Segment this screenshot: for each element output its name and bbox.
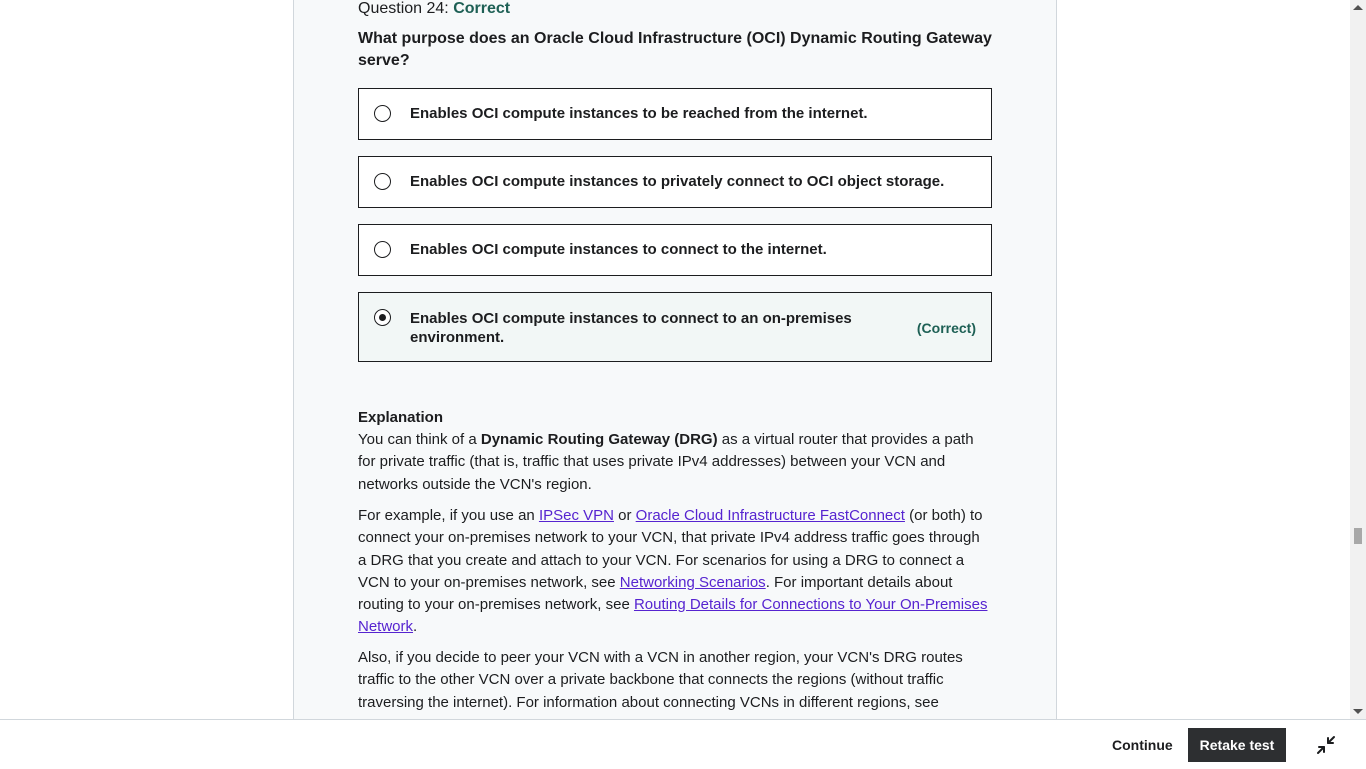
explanation-paragraph-2: For example, if you use an IPSec VPN or …	[358, 505, 992, 639]
fastconnect-link[interactable]: Oracle Cloud Infrastructure FastConnect	[636, 507, 905, 524]
text-run: Also, if you decide to peer your VCN wit…	[358, 649, 963, 711]
retake-test-button[interactable]: Retake test	[1188, 728, 1286, 762]
question-status: Correct	[453, 0, 511, 17]
answer-option-label: Enables OCI compute instances to connect…	[410, 241, 827, 258]
scroll-up-arrow-icon[interactable]	[1353, 5, 1363, 10]
networking-scenarios-link[interactable]: Networking Scenarios	[620, 574, 766, 591]
scrollbar-thumb[interactable]	[1354, 528, 1362, 544]
explanation-paragraph-3: Also, if you decide to peer your VCN wit…	[358, 647, 992, 714]
answer-option-4[interactable]: Enables OCI compute instances to connect…	[358, 292, 992, 362]
radio-dot	[378, 313, 386, 321]
collapse-button[interactable]	[1314, 733, 1338, 757]
course-content-viewport: Question 24: Correct What purpose does a…	[0, 0, 1350, 719]
radio-button-selected[interactable]	[374, 309, 391, 326]
radio-button-unselected[interactable]	[374, 105, 391, 122]
correct-answer-tag: (Correct)	[916, 320, 976, 336]
answer-option-3[interactable]: Enables OCI compute instances to connect…	[358, 224, 992, 276]
radio-button-unselected[interactable]	[374, 173, 391, 190]
text-run: or	[613, 507, 636, 524]
answer-option-label: Enables OCI compute instances to connect…	[410, 310, 852, 346]
text-run: For example, if you use an	[358, 507, 539, 524]
answer-option-2[interactable]: Enables OCI compute instances to private…	[358, 156, 992, 208]
quiz-footer: Continue Retake test	[0, 719, 1366, 769]
ipsec-vpn-link[interactable]: IPSec VPN	[539, 507, 614, 524]
text-run: You can think of a	[358, 431, 481, 448]
vertical-scrollbar[interactable]	[1350, 0, 1366, 719]
question-prompt: What purpose does an Oracle Cloud Infras…	[358, 30, 992, 69]
question-header: Question 24: Correct	[358, 0, 510, 19]
scroll-down-arrow-icon[interactable]	[1353, 709, 1363, 714]
quiz-result-panel: Question 24: Correct What purpose does a…	[293, 0, 1057, 719]
explanation-title: Explanation	[358, 409, 444, 426]
bold-term: Dynamic Routing Gateway (DRG)	[480, 431, 718, 448]
collapse-icon	[1317, 736, 1335, 754]
question-number: Question 24:	[358, 0, 449, 17]
text-run: .	[413, 618, 418, 636]
answer-option-label: Enables OCI compute instances to be reac…	[410, 105, 868, 122]
explanation-paragraph-1: You can think of a Dynamic Routing Gatew…	[358, 429, 992, 496]
answer-option-1[interactable]: Enables OCI compute instances to be reac…	[358, 88, 992, 140]
radio-button-unselected[interactable]	[374, 241, 391, 258]
answer-option-label: Enables OCI compute instances to private…	[410, 173, 945, 190]
continue-button[interactable]: Continue	[1102, 728, 1183, 762]
